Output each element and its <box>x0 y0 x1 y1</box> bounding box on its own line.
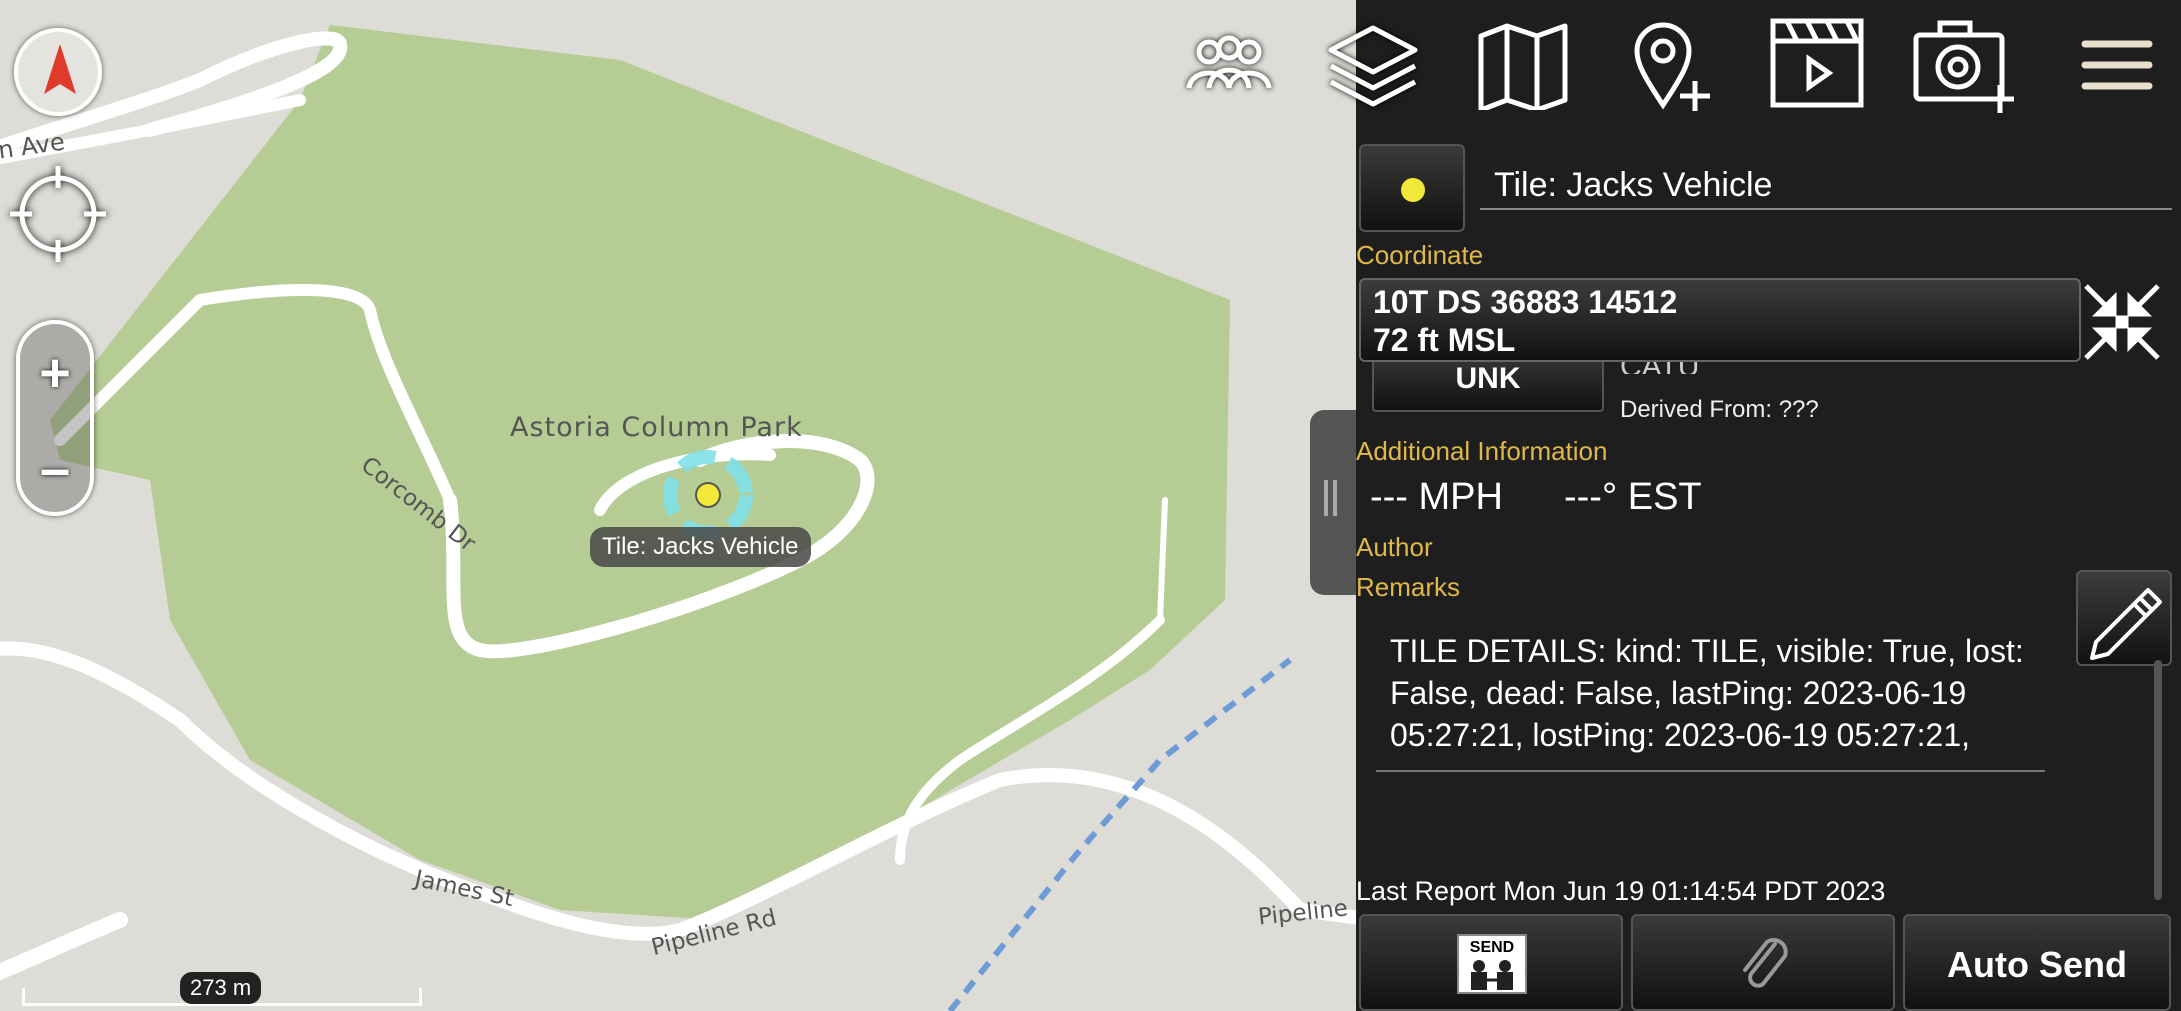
svg-text:SEND: SEND <box>1470 939 1514 956</box>
color-dot-icon <box>1401 178 1425 202</box>
marker-label[interactable]: Tile: Jacks Vehicle <box>590 527 811 567</box>
collapse-arrows-icon <box>2084 284 2160 360</box>
scrollbar[interactable] <box>2154 660 2162 900</box>
derived-from-label: Derived From: ??? <box>1620 396 1819 423</box>
menu-icon <box>2081 40 2153 90</box>
scale-label: 273 m <box>180 972 262 1004</box>
edit-remarks-button[interactable] <box>2076 570 2172 666</box>
locate-button[interactable] <box>10 164 110 264</box>
video-button[interactable] <box>1762 10 1872 120</box>
affiliation-label: UNK <box>1455 362 1521 395</box>
contacts-button[interactable] <box>1174 10 1284 120</box>
panel-drag-handle[interactable] <box>1310 410 1356 595</box>
zoom-out-button[interactable]: – <box>20 442 90 496</box>
crosshair-icon <box>10 166 106 262</box>
add-camera-icon <box>1913 20 2014 113</box>
auto-send-label: Auto Send <box>1947 944 2127 985</box>
last-report-text: Last Report Mon Jun 19 01:14:54 PDT 2023 <box>1356 876 1886 906</box>
color-button[interactable] <box>1359 144 1465 232</box>
map-button[interactable] <box>1468 10 1578 120</box>
map-icon <box>1478 23 1568 110</box>
paperclip-icon <box>1743 938 1788 988</box>
send-button[interactable]: SEND <box>1359 914 1623 1011</box>
author-label: Author <box>1356 532 1433 562</box>
attach-button[interactable] <box>1631 914 1895 1011</box>
pan-to-button[interactable] <box>2080 280 2164 364</box>
additional-info-label: Additional Information <box>1356 436 1608 466</box>
add-camera-button[interactable] <box>1910 10 2020 120</box>
heading-value: ---° EST <box>1564 476 1702 518</box>
auto-send-button[interactable]: Auto Send <box>1903 914 2171 1011</box>
detail-panel: Tile: Jacks Vehicle Coordinate UNK CATU … <box>1356 140 2181 1011</box>
coordinate-box[interactable]: 10T DS 36883 14512 72 ft MSL <box>1359 278 2081 362</box>
speed-value: --- MPH <box>1370 476 1503 518</box>
compass-button[interactable] <box>14 28 102 116</box>
coordinate-label: Coordinate <box>1356 240 1484 270</box>
remarks-field[interactable]: TILE DETAILS: kind: TILE, visible: True,… <box>1376 630 2045 772</box>
north-arrow-icon <box>44 44 76 94</box>
add-point-icon <box>1634 22 1710 111</box>
zoom-control: + – <box>16 320 94 516</box>
top-toolbar <box>1166 0 2181 128</box>
layers-icon <box>1328 25 1418 107</box>
add-point-button[interactable] <box>1618 10 1728 120</box>
coordinate-mgrs: 10T DS 36883 14512 <box>1373 284 1678 320</box>
zoom-in-button[interactable]: + <box>20 346 90 400</box>
contacts-icon <box>1186 35 1272 89</box>
title-field[interactable]: Tile: Jacks Vehicle <box>1480 166 2172 210</box>
map-view[interactable]: n Ave Corcomb Dr James St Pipeline Rd Pi… <box>0 0 1356 1011</box>
remarks-label: Remarks <box>1356 572 1461 602</box>
layers-button[interactable] <box>1318 10 1428 120</box>
park-label: Astoria Column Park <box>510 412 803 443</box>
send-icon: SEND <box>1457 934 1527 994</box>
map-background <box>0 25 1356 1011</box>
video-icon <box>1770 18 1864 108</box>
pencil-icon <box>2090 588 2162 660</box>
menu-button[interactable] <box>2062 10 2172 120</box>
coordinate-elevation: 72 ft MSL <box>1373 322 1516 358</box>
